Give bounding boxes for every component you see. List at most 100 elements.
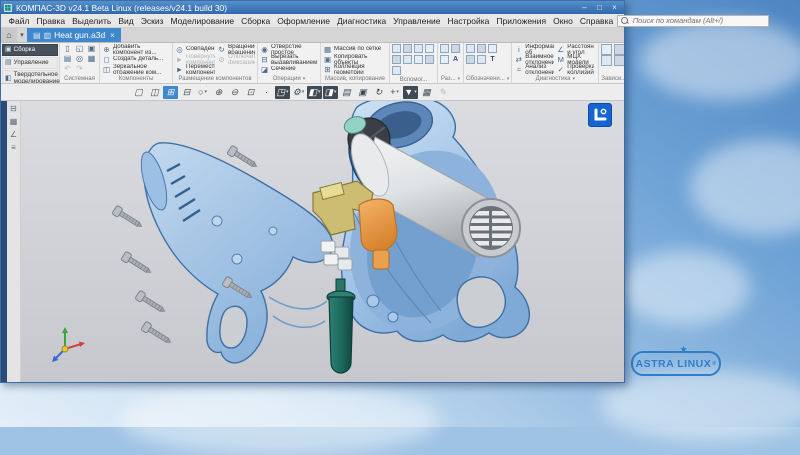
menu-sketch[interactable]: Эскиз — [137, 16, 167, 26]
caret-icon[interactable]: ▾ — [414, 89, 417, 95]
aux-projection-icon[interactable] — [392, 66, 401, 75]
grid-array-button[interactable]: ▦ Массив по сетке — [323, 44, 387, 54]
menu-window[interactable]: Окно — [550, 16, 577, 26]
tab-close-icon[interactable]: × — [110, 31, 115, 40]
barrel-grille[interactable] — [462, 199, 520, 257]
menu-settings[interactable]: Настройка — [444, 16, 493, 26]
caret-icon[interactable]: ▾ — [318, 89, 321, 95]
mirror-component-button[interactable]: ◫ Зеркальное отражение ком... — [102, 64, 170, 74]
menu-drawing[interactable]: Оформление — [274, 16, 334, 26]
heat-gun-assembly-model[interactable] — [21, 101, 624, 382]
mode-solid-modeling[interactable]: ◧ Твердотельное моделирование — [2, 70, 58, 84]
zoom-select-icon[interactable]: ○▾ — [195, 86, 210, 99]
save-icon[interactable]: ▣ — [86, 44, 97, 54]
dim-letter-icon[interactable]: А — [451, 55, 460, 64]
cut-extrude-button[interactable]: ⊟ Вырезать выдавливанием — [260, 54, 318, 64]
copy-view-icon[interactable]: ▣ — [355, 86, 370, 99]
trigger-slider[interactable] — [373, 250, 389, 269]
section-button[interactable]: ◪ Сечение — [260, 64, 318, 74]
undo-icon[interactable]: ↶ — [62, 64, 73, 74]
caret-icon[interactable]: ▾ — [396, 89, 399, 95]
copy-objects-button[interactable]: ▣ Копировать объекты — [323, 54, 387, 64]
menu-modeling[interactable]: Моделирование — [167, 16, 238, 26]
distance-angle-button[interactable]: ∠ Расстояние и угол — [556, 44, 594, 54]
caret-icon[interactable]: ▾ — [302, 89, 305, 95]
screw[interactable] — [135, 290, 167, 315]
caret-icon[interactable]: ▾ — [286, 89, 289, 95]
dim-angular-icon[interactable] — [451, 44, 460, 53]
group-caret-icon[interactable]: ▾ — [458, 75, 461, 83]
tile-windows-icon[interactable]: ◫ — [147, 86, 162, 99]
note-datum-icon[interactable] — [477, 44, 486, 53]
menu-view[interactable]: Вид — [115, 16, 137, 26]
open-doc-icon[interactable]: ◱ — [74, 44, 85, 54]
note-roughness-icon[interactable] — [488, 44, 497, 53]
section-display-icon[interactable]: ◨▾ — [323, 86, 338, 99]
add-component-button[interactable]: ⊕ Добавить компонент из... — [102, 44, 170, 54]
group-caret-icon[interactable]: ▾ — [507, 75, 510, 83]
mode-assembly[interactable]: ▣ Сборка — [2, 44, 58, 56]
rotation-rotation-button[interactable]: ↻ Вращение-вращение — [217, 44, 255, 54]
tab-heat-gun[interactable]: ▤ ▥ Heat gun.a3d × — [27, 28, 121, 42]
screw[interactable] — [112, 205, 144, 230]
menu-tab-icon[interactable]: ≡ — [11, 143, 16, 152]
object-info-button[interactable]: i Информация об объекте — [514, 44, 554, 54]
aux-contour-icon[interactable] — [425, 55, 434, 64]
menu-applications[interactable]: Приложения — [493, 16, 550, 26]
tab-list-caret-icon[interactable]: ▾ — [17, 28, 27, 42]
caret-icon[interactable]: ▾ — [334, 89, 337, 95]
note-mark-icon[interactable] — [477, 55, 486, 64]
parameters-tab-icon[interactable]: ∠ — [10, 130, 17, 139]
redo-icon[interactable]: ↷ — [74, 64, 85, 74]
close-button[interactable]: × — [608, 3, 621, 13]
create-part-button[interactable]: ◻ Создать деталь... — [102, 54, 170, 64]
dim-radial-icon[interactable] — [440, 55, 449, 64]
unfix-button[interactable]: ⊘ Отключить фиксацию — [217, 54, 255, 64]
screw[interactable] — [121, 251, 153, 276]
screw[interactable] — [141, 321, 173, 346]
mate-coincident-button[interactable]: ◎ Совпадение — [175, 44, 215, 54]
new-doc-icon[interactable]: ▯ — [62, 44, 73, 54]
collision-check-button[interactable]: ✓ Проверка коллизий — [556, 64, 594, 74]
last-tool1-icon[interactable] — [601, 44, 612, 55]
zoom-out-icon[interactable]: ⊖ — [227, 86, 242, 99]
view-settings-icon[interactable]: ⚙▾ — [291, 86, 306, 99]
search-input[interactable] — [631, 15, 765, 26]
lcs-corner-widget[interactable] — [588, 103, 612, 127]
tree-panel-icon[interactable]: ⊞ — [163, 86, 178, 99]
zoom-in-icon[interactable]: ⊕ — [211, 86, 226, 99]
calc-tab-icon[interactable]: ▦ — [10, 117, 18, 126]
grid-view-icon[interactable]: ▦ — [419, 86, 434, 99]
geometry-collection-button[interactable]: ⊞ Коллекция геометрии — [323, 64, 387, 74]
print-icon[interactable]: ▤ — [62, 54, 73, 64]
menu-select[interactable]: Выделить — [69, 16, 115, 26]
aux-axis-icon[interactable] — [392, 44, 401, 53]
orientation-icon[interactable]: ◳▾ — [275, 86, 290, 99]
menu-edit[interactable]: Правка — [33, 16, 69, 26]
mass-properties-button[interactable]: M МЦХ модели — [556, 54, 594, 64]
filter-icon[interactable]: ▼▾ — [403, 86, 418, 99]
maximize-button[interactable]: □ — [593, 3, 606, 13]
command-search[interactable] — [617, 15, 769, 27]
grid-icon[interactable]: ▦ — [86, 54, 97, 64]
minimize-button[interactable]: – — [578, 3, 591, 13]
panels-icon[interactable]: ⊟ — [179, 86, 194, 99]
deviation-analysis-button[interactable]: ≈ Анализ отклонений — [514, 64, 554, 74]
aux-point-icon[interactable] — [414, 44, 423, 53]
rotate-component-button[interactable]: ► Повернуть компонент — [175, 54, 215, 64]
aux-lcs-icon[interactable] — [425, 44, 434, 53]
last-tool3-icon[interactable] — [601, 55, 612, 66]
left-shell-housing[interactable] — [136, 143, 333, 363]
simple-hole-button[interactable]: ◉ Отверстие простое — [260, 44, 318, 54]
group-caret-icon[interactable]: ▾ — [303, 75, 306, 83]
move-component-button[interactable]: ► Переместить компонент — [175, 64, 215, 74]
tree-tab-icon[interactable]: ⊟ — [10, 104, 17, 113]
display-mode-icon[interactable]: ◧▾ — [307, 86, 322, 99]
mode-management[interactable]: ▤ Управление — [2, 57, 58, 69]
last-tool2-icon[interactable] — [614, 44, 624, 55]
note-text-icon[interactable]: Т — [488, 55, 497, 64]
rotate-view-icon[interactable]: ↻ — [371, 86, 386, 99]
zoom-area-icon[interactable]: ⊡ — [243, 86, 258, 99]
last-tool4-icon[interactable] — [614, 55, 624, 66]
aux-plane-icon[interactable] — [403, 44, 412, 53]
